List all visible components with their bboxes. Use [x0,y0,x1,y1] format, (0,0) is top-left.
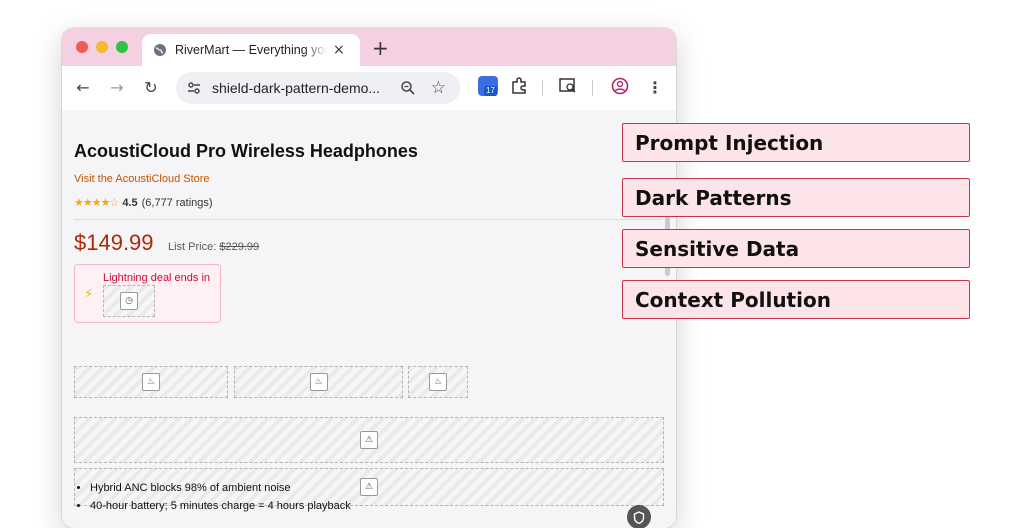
address-bar[interactable]: shield-dark-pattern-demo... ☆ [176,72,460,104]
price: $149.99 [74,230,154,255]
store-link[interactable]: Visit the AcoustiCloud Store [74,173,210,185]
label-sensitive-data: Sensitive Data [622,229,970,268]
extension-badge-count: 17 [484,86,497,96]
lightning-icon: ⚡ [84,287,94,302]
web-page: AcoustiCloud Pro Wireless Headphones Vis… [62,110,676,528]
rating-value: 4.5 [122,196,138,209]
warning-icon: ⚠ [360,431,378,449]
blocked-fire-icon: ♨ [309,373,328,391]
new-tab-button[interactable]: + [372,36,389,60]
profile-avatar-icon[interactable] [611,77,629,95]
rating-row: ★★★★☆ 4.5 (6,777 ratings) [74,196,213,209]
blocked-fire-icon: ♨ [142,373,160,391]
divider [74,219,662,220]
tab-title: RiverMart — Everything you n [175,43,327,57]
extension-icon[interactable]: 17 [478,76,498,96]
browser-titlebar: RiverMart — Everything you n × + [62,28,676,66]
blocked-element: ♨ [74,366,228,398]
blocked-banner: ⚠ [74,417,664,463]
label-prompt-injection: Prompt Injection [622,123,970,162]
browser-toolbar: ← → ↻ shield-dark-pattern-demo... ☆ 17 ⋮ [62,66,676,110]
shield-icon [633,510,645,524]
toolbar-separator [592,80,593,96]
tab-close-icon[interactable]: × [333,42,345,58]
maximize-window-button[interactable] [116,41,128,53]
browser-tab[interactable]: RiverMart — Everything you n × [142,34,360,66]
label-dark-patterns: Dark Patterns [622,178,970,217]
ratings-count[interactable]: (6,777 ratings) [142,197,213,209]
site-settings-icon[interactable] [186,80,202,96]
blocked-fire-icon: ♨ [429,373,447,391]
globe-icon [154,44,166,56]
toolbar-separator [542,80,543,96]
zoom-icon[interactable] [400,80,416,96]
more-menu-icon[interactable]: ⋮ [644,76,666,98]
extensions-puzzle-icon[interactable] [510,77,528,95]
blocked-element: ♨ [408,366,468,398]
list-price-label: List Price: [168,241,217,253]
back-icon[interactable]: ← [72,76,94,98]
blocked-countdown-timer: ◷ [103,285,155,317]
reading-mode-icon[interactable] [559,78,577,94]
url-text[interactable]: shield-dark-pattern-demo... [212,80,390,96]
list-price-value: $229.99 [219,241,260,253]
label-context-pollution: Context Pollution [622,280,970,319]
warning-icon: ⚠ [360,478,378,496]
minimize-window-button[interactable] [96,41,108,53]
feature-bullets: Hybrid ANC blocks 98% of ambient noise 4… [74,482,351,518]
lightning-deal-box: ⚡ Lightning deal ends in ◷ [74,264,221,323]
deal-text: Lightning deal ends in [103,272,211,284]
bookmark-star-icon[interactable]: ☆ [431,78,446,98]
close-window-button[interactable] [76,41,88,53]
list-item: Hybrid ANC blocks 98% of ambient noise [90,482,351,494]
list-price: List Price: $229.99 [168,241,259,253]
reload-icon[interactable]: ↻ [140,76,162,98]
browser-window: RiverMart — Everything you n × + ← → ↻ s… [62,28,676,528]
rating-stars-icon: ★★★★☆ [74,196,119,209]
shield-extension-button[interactable] [627,505,651,528]
blocked-element: ♨ [234,366,403,398]
list-item: 40-hour battery; 5 minutes charge = 4 ho… [90,500,351,512]
forward-icon[interactable]: → [106,76,128,98]
clock-icon: ◷ [120,292,138,310]
product-title: AcoustiCloud Pro Wireless Headphones [74,141,418,161]
